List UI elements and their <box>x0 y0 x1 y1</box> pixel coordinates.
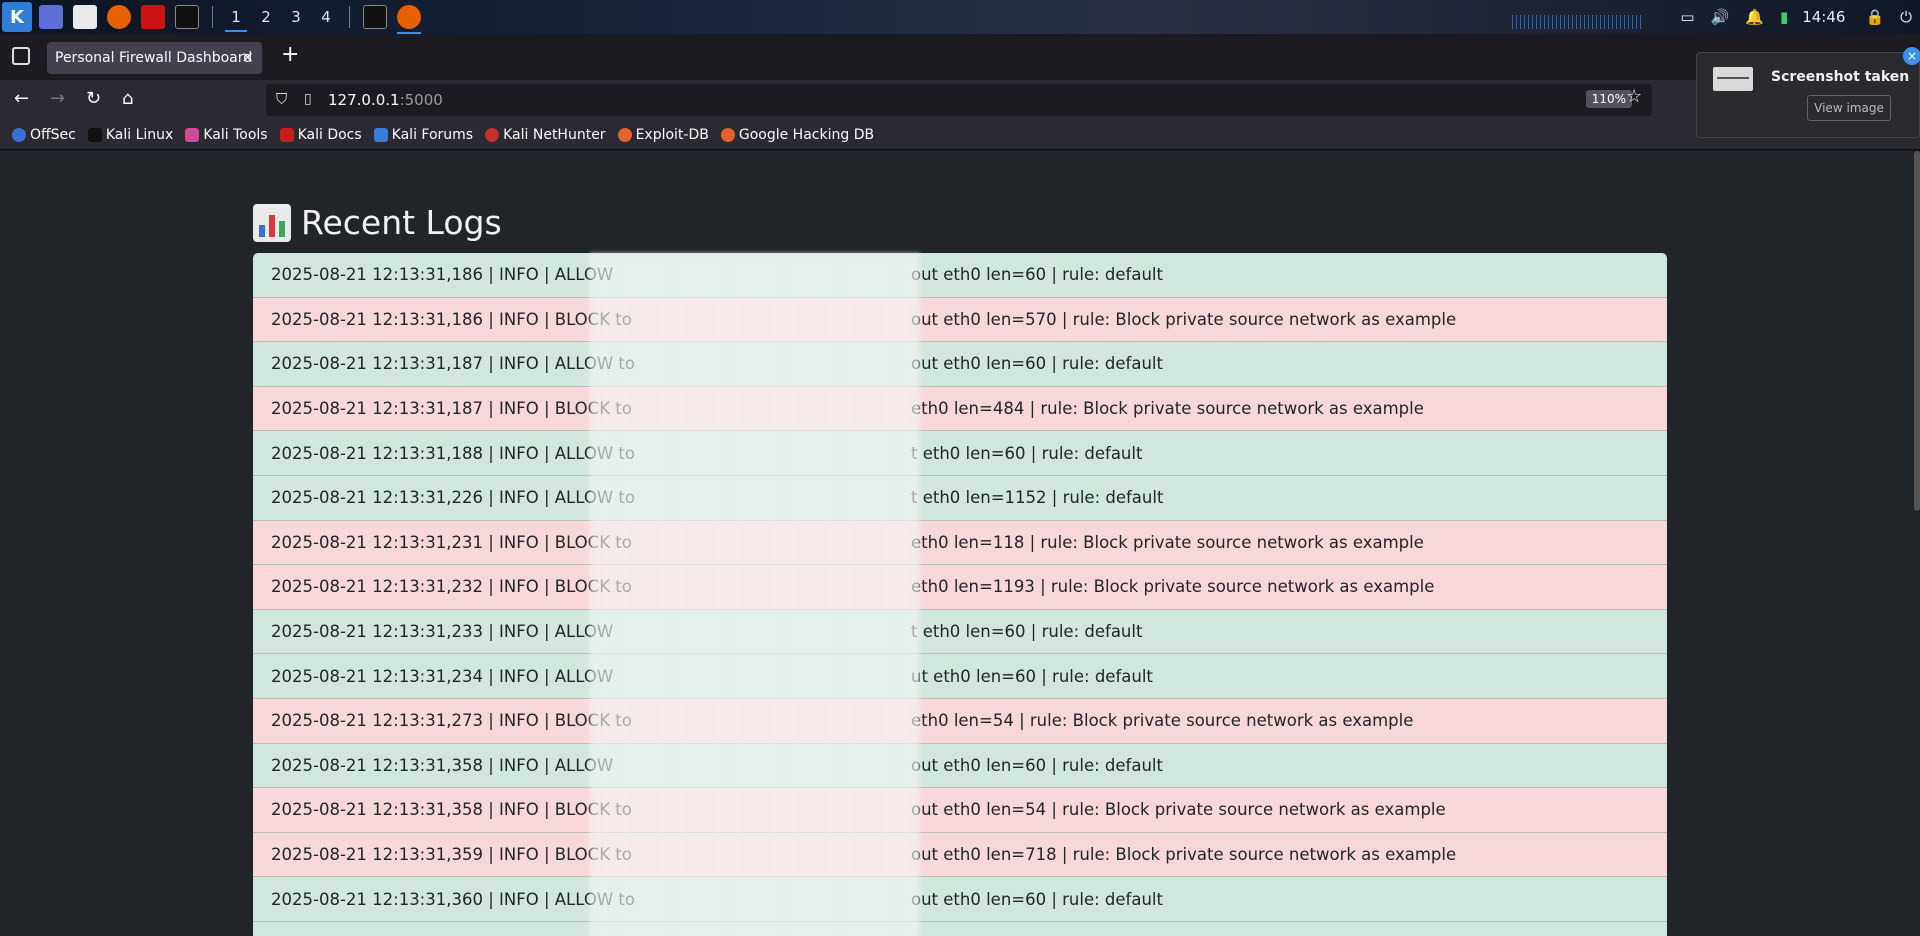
log-entry-suffix: out eth0 len=60 | rule: default <box>911 354 1163 374</box>
screenshot-thumbnail[interactable] <box>1713 67 1753 91</box>
log-entry-suffix: eth0 len=484 | rule: Block private sourc… <box>911 399 1424 419</box>
volume-icon[interactable]: 🔊 <box>1711 8 1730 26</box>
page-scrollbar[interactable] <box>1914 151 1920 511</box>
log-entry: 2025-08-21 12:13:31,226 | INFO | ALLOW t… <box>253 475 1667 521</box>
url-text[interactable]: 127.0.0.1:5000 <box>328 91 443 109</box>
log-entry: 2025-08-21 12:13:31,188 | INFO | ALLOW t… <box>253 431 1667 476</box>
log-entry: 2025-08-21 12:13:31,187 | INFO | ALLOW t… <box>253 342 1667 387</box>
reload-icon[interactable]: ↻ <box>86 88 101 109</box>
kali-docs-icon <box>279 127 294 142</box>
lock-icon[interactable]: 🔒 <box>1865 8 1884 26</box>
terminal-icon[interactable] <box>175 5 199 29</box>
system-panel: K 1 2 3 4 ▭ 🔊 🔔 ▮ 14:46 🔒 ⏻ <box>0 0 1920 34</box>
tab-title: Personal Firewall Dashboard <box>55 50 253 66</box>
workspace-1[interactable]: 1 <box>221 0 251 34</box>
bookmark-kali-forums[interactable]: Kali Forums <box>373 127 473 143</box>
log-entry: 2025-08-21 12:13:31,360 | INFO | ALLOW t… <box>253 877 1667 922</box>
power-icon[interactable]: ⏻ <box>1900 8 1912 26</box>
log-entry: 2025-08-21 12:13:31,233 | INFO | ALLOW t … <box>253 609 1667 655</box>
desktop-icon[interactable] <box>39 5 63 29</box>
log-entry: 2025-08-21 12:13:31,232 | INFO | BLOCK t… <box>253 565 1667 610</box>
view-image-button[interactable]: View image <box>1807 95 1891 121</box>
firefox-task-icon[interactable] <box>397 5 421 34</box>
panel-separator <box>212 6 213 28</box>
log-entry-suffix: eth0 len=118 | rule: Block private sourc… <box>911 532 1424 552</box>
bookmark-offsec[interactable]: OffSec <box>12 127 76 143</box>
bar-chart-icon <box>253 203 291 242</box>
network-monitor-graph <box>1512 15 1643 29</box>
logs-list: 2025-08-21 12:13:31,186 | INFO | ALLOW ou… <box>253 253 1667 936</box>
log-entry-suffix: out eth0 len=60 | rule: default <box>911 265 1163 285</box>
terminal-task-icon[interactable] <box>363 5 387 29</box>
workspace-4[interactable]: 4 <box>311 0 341 34</box>
bookmarks-bar: OffSec Kali Linux Kali Tools Kali Docs K… <box>0 120 1920 150</box>
log-entry-suffix: t eth0 len=60 | rule: default <box>911 443 1143 463</box>
bookmark-exploit-db[interactable]: Exploit-DB <box>617 127 709 143</box>
page-title-text: Recent Logs <box>301 203 502 242</box>
notification-bell-icon[interactable]: 🔔 <box>1745 8 1764 26</box>
terminal-root-icon[interactable] <box>141 5 165 29</box>
log-entry-suffix: out eth0 len=60 | rule: default <box>911 755 1163 775</box>
display-icon[interactable]: ▭ <box>1680 8 1694 26</box>
kali-forums-icon <box>373 127 388 142</box>
log-entry: 2025-08-21 12:13:31,273 | INFO | BLOCK t… <box>253 698 1667 744</box>
log-entry <box>253 921 1667 936</box>
clock[interactable]: 14:46 <box>1802 8 1845 26</box>
log-entry: 2025-08-21 12:13:31,358 | INFO | BLOCK t… <box>253 788 1667 833</box>
bookmark-kali-docs[interactable]: Kali Docs <box>279 127 362 143</box>
url-bar[interactable]: ⛉ ▯ 127.0.0.1:5000 110% <box>266 84 1652 116</box>
browser-tab-bar: Personal Firewall Dashboard × + <box>0 34 1920 80</box>
log-entry-suffix: t eth0 len=1152 | rule: default <box>911 488 1164 508</box>
log-entry-suffix: out eth0 len=60 | rule: default <box>911 889 1163 909</box>
bookmark-kali-linux[interactable]: Kali Linux <box>87 127 173 143</box>
nethunter-icon <box>485 127 500 142</box>
tracking-protection-icon[interactable]: ⛉ <box>276 90 287 108</box>
log-entry: 2025-08-21 12:13:31,187 | INFO | BLOCK t… <box>253 386 1667 432</box>
tab-firewall-dashboard[interactable]: Personal Firewall Dashboard × <box>47 42 262 74</box>
bookmark-google-hacking-db[interactable]: Google Hacking DB <box>720 127 874 143</box>
page-content: Recent Logs 2025-08-21 12:13:31,186 | IN… <box>0 151 1920 936</box>
screenshot-notification[interactable]: Screenshot taken View image × <box>1696 47 1920 138</box>
log-entry: 2025-08-21 12:13:31,234 | INFO | ALLOW ut… <box>253 654 1667 699</box>
firefox-launcher-icon[interactable] <box>107 5 131 29</box>
file-manager-icon[interactable] <box>73 5 97 29</box>
bookmark-kali-nethunter[interactable]: Kali NetHunter <box>485 127 606 143</box>
panel-separator <box>349 6 350 28</box>
log-entry: 2025-08-21 12:13:31,231 | INFO | BLOCK t… <box>253 520 1667 566</box>
log-entry-suffix: eth0 len=1193 | rule: Block private sour… <box>911 577 1435 597</box>
workspace-2[interactable]: 2 <box>251 0 281 34</box>
close-notification-icon[interactable]: × <box>1903 47 1920 65</box>
new-tab-icon[interactable]: + <box>281 42 299 67</box>
kali-menu-icon[interactable]: K <box>2 2 32 32</box>
log-entry-suffix: out eth0 len=718 | rule: Block private s… <box>911 845 1457 865</box>
page-info-icon[interactable]: ▯ <box>304 91 312 107</box>
offsec-icon <box>12 127 26 142</box>
kali-tools-icon <box>185 127 200 142</box>
log-entry-suffix: out eth0 len=570 | rule: Block private s… <box>911 309 1457 329</box>
workspace-3[interactable]: 3 <box>281 0 311 34</box>
log-entry: 2025-08-21 12:13:31,186 | INFO | ALLOW ou… <box>253 253 1667 298</box>
back-icon[interactable]: ← <box>14 88 29 109</box>
navigation-toolbar: ← → ↻ ⌂ ⛉ ▯ 127.0.0.1:5000 110% ☆ <box>0 80 1920 120</box>
log-entry: 2025-08-21 12:13:31,359 | INFO | BLOCK t… <box>253 832 1667 878</box>
tab-list-icon[interactable] <box>12 47 30 65</box>
close-tab-icon[interactable]: × <box>241 48 254 66</box>
page-title: Recent Logs <box>253 203 502 242</box>
forward-icon[interactable]: → <box>50 88 65 109</box>
log-entry: 2025-08-21 12:13:31,358 | INFO | ALLOW ou… <box>253 743 1667 789</box>
log-entry-suffix: t eth0 len=60 | rule: default <box>911 622 1143 642</box>
log-entry: 2025-08-21 12:13:31,186 | INFO | BLOCK t… <box>253 297 1667 343</box>
battery-icon[interactable]: ▮ <box>1780 8 1788 26</box>
log-entry-suffix: ut eth0 len=60 | rule: default <box>911 666 1153 686</box>
ghdb-icon <box>720 127 735 142</box>
log-entry-suffix: out eth0 len=54 | rule: Block private so… <box>911 800 1446 820</box>
notification-title: Screenshot taken <box>1771 69 1910 85</box>
bookmark-kali-tools[interactable]: Kali Tools <box>185 127 268 143</box>
home-icon[interactable]: ⌂ <box>122 88 133 109</box>
kali-dragon-icon <box>87 127 102 142</box>
redacted-region <box>590 253 920 936</box>
exploit-db-icon <box>617 127 632 142</box>
bookmark-star-icon[interactable]: ☆ <box>1626 86 1642 107</box>
log-entry-suffix: eth0 len=54 | rule: Block private source… <box>911 711 1414 731</box>
